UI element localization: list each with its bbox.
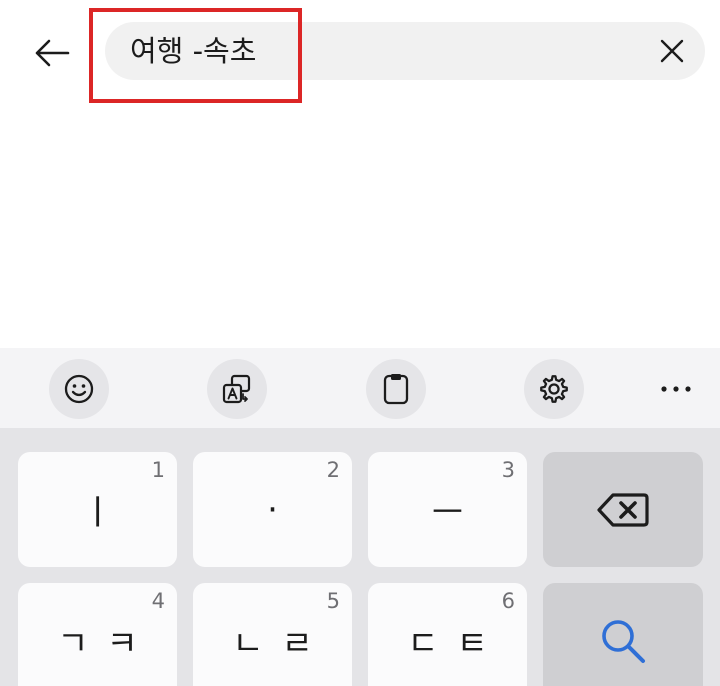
more-options-button[interactable] bbox=[646, 359, 706, 419]
key-6[interactable]: 6 ㄷㅌ bbox=[368, 583, 527, 686]
arrow-left-icon bbox=[35, 39, 70, 67]
search-key[interactable] bbox=[543, 583, 703, 686]
key-5[interactable]: 5 ㄴㄹ bbox=[193, 583, 352, 686]
key-label: ㅣ bbox=[81, 493, 114, 533]
keyboard-toolbar bbox=[0, 348, 720, 428]
search-icon bbox=[602, 619, 645, 663]
key-3[interactable]: 3 ㅡ bbox=[368, 452, 527, 567]
more-horizontal-icon bbox=[661, 386, 691, 392]
translate-button[interactable] bbox=[207, 359, 267, 419]
translate-icon bbox=[222, 374, 251, 404]
back-button[interactable] bbox=[28, 32, 76, 74]
key-1[interactable]: 1 ㅣ bbox=[18, 452, 177, 567]
keyboard-keys: 1 ㅣ 2 · 3 ㅡ 4 ㄱㅋ 5 ㄴㄹ 6 ㄷㅌ bbox=[0, 428, 720, 686]
key-label: ㄷㅌ bbox=[407, 624, 506, 664]
key-label: ㄴㄹ bbox=[232, 624, 331, 664]
key-label: ㅡ bbox=[431, 493, 464, 533]
backspace-icon bbox=[597, 492, 649, 527]
close-icon bbox=[660, 39, 684, 63]
gear-icon bbox=[540, 375, 568, 403]
key-4[interactable]: 4 ㄱㅋ bbox=[18, 583, 177, 686]
key-label: · bbox=[267, 489, 278, 530]
emoji-icon bbox=[64, 374, 94, 404]
search-header: 여행 -속초 bbox=[0, 0, 720, 105]
clear-search-button[interactable] bbox=[657, 36, 687, 66]
emoji-button[interactable] bbox=[49, 359, 109, 419]
search-query-text: 여행 -속초 bbox=[130, 34, 257, 68]
key-2[interactable]: 2 · bbox=[193, 452, 352, 567]
backspace-key[interactable] bbox=[543, 452, 703, 567]
clipboard-icon bbox=[383, 374, 409, 405]
settings-button[interactable] bbox=[524, 359, 584, 419]
clipboard-button[interactable] bbox=[366, 359, 426, 419]
key-label: ㄱㅋ bbox=[57, 624, 156, 664]
search-input[interactable]: 여행 -속초 bbox=[105, 22, 705, 80]
